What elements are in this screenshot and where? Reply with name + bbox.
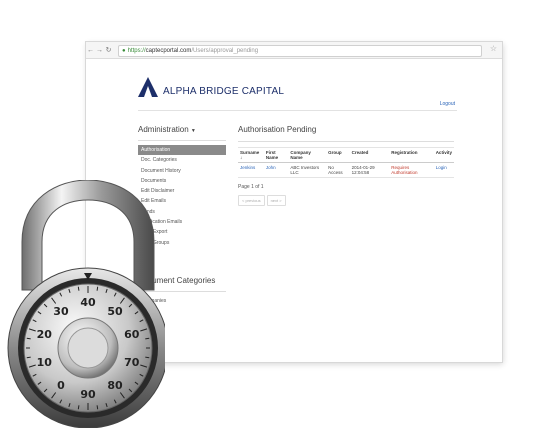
sidebar-heading[interactable]: Administration ▼: [138, 125, 226, 134]
cell-activity[interactable]: Login: [433, 162, 454, 178]
column-header-company-name[interactable]: Company Name: [288, 147, 327, 163]
bookmark-star-icon[interactable]: ☆: [490, 44, 497, 53]
main-content: Authorisation Pending Surname ↓ First Na…: [238, 125, 454, 206]
header-divider: [138, 110, 457, 111]
cell-created: 2014-01-29 12:04:58: [349, 162, 390, 178]
dial-number: 60: [124, 328, 140, 341]
table-header-row: Surname ↓ First Name Company Name Group …: [238, 147, 454, 163]
title-divider: [238, 141, 454, 142]
cell-surname[interactable]: Jenkins: [238, 162, 264, 178]
dial-tick: [145, 356, 150, 359]
table-row: Jenkins John ABC Investors LLC No Access…: [238, 162, 454, 178]
dial-number: 90: [80, 388, 96, 401]
next-page-button[interactable]: next >: [266, 195, 286, 206]
dial-tick: [77, 405, 80, 410]
column-header-surname[interactable]: Surname ↓: [238, 147, 264, 163]
sidebar-item-authorisation[interactable]: Authorisation: [138, 145, 226, 156]
cell-registration[interactable]: Requires Authorisation: [389, 162, 434, 178]
logout-link[interactable]: Logout: [440, 101, 455, 107]
sidebar-divider: [138, 140, 226, 141]
reload-icon[interactable]: ↻: [104, 46, 113, 54]
page-title: Authorisation Pending: [238, 125, 317, 134]
lock-icon: ●: [122, 48, 126, 54]
previous-page-button[interactable]: < previous: [238, 195, 265, 206]
column-header-activity[interactable]: Activity: [433, 147, 454, 163]
page-info: Page 1 of 1: [238, 184, 264, 190]
dial-number: 0: [57, 379, 65, 392]
cell-first-name[interactable]: John: [263, 162, 289, 178]
caret-down-icon: ▼: [190, 128, 196, 134]
cell-company: ABC Investors LLC: [288, 162, 327, 178]
sidebar-heading-label: Administration: [138, 125, 189, 134]
column-header-first-name[interactable]: First Name: [263, 147, 289, 163]
dial-number: 70: [124, 356, 140, 369]
dial-number: 40: [80, 296, 96, 309]
column-header-registration[interactable]: Registration: [389, 147, 434, 163]
forward-icon[interactable]: →: [95, 47, 104, 54]
dial-tick: [26, 356, 31, 359]
brand-name: ALPHA BRIDGE CAPITAL: [163, 85, 285, 97]
sidebar-item-document-history[interactable]: Document History: [138, 166, 226, 176]
dial-tick: [77, 286, 80, 291]
url-host: captecportal.com: [145, 48, 192, 54]
column-header-group[interactable]: Group: [326, 147, 350, 163]
url-protocol: https://: [127, 48, 146, 54]
cell-group: No Access: [326, 162, 350, 178]
back-icon[interactable]: ←: [86, 47, 95, 54]
dial-number: 20: [37, 328, 53, 341]
combination-padlock-icon: 40 5060 7080 90 0 10 2030: [7, 180, 165, 428]
dial-tick: [96, 405, 99, 410]
sidebar-item-doc-categories[interactable]: Doc. Categories: [138, 155, 226, 165]
dial-tick: [26, 337, 31, 340]
column-header-created[interactable]: Created: [349, 147, 390, 163]
url-path: /Users/approval_pending: [191, 48, 259, 54]
pagination: < previous next >: [238, 195, 454, 206]
brand-logo[interactable]: ALPHA BRIDGE CAPITAL: [138, 77, 284, 97]
pending-users-table: Surname ↓ First Name Company Name Group …: [238, 147, 454, 178]
dial-number: 50: [107, 305, 123, 318]
dial-tick: [145, 337, 150, 340]
browser-toolbar: ← → ↻ ● https://captecportal.com/Users/ap…: [86, 42, 502, 59]
address-bar[interactable]: ● https://captecportal.com/Users/approval…: [118, 45, 482, 57]
dial-number: 30: [53, 305, 69, 318]
triangle-logo-icon: [138, 77, 158, 97]
dial-number: 80: [107, 379, 123, 392]
dial-number: 10: [37, 356, 53, 369]
dial-tick: [96, 286, 99, 291]
